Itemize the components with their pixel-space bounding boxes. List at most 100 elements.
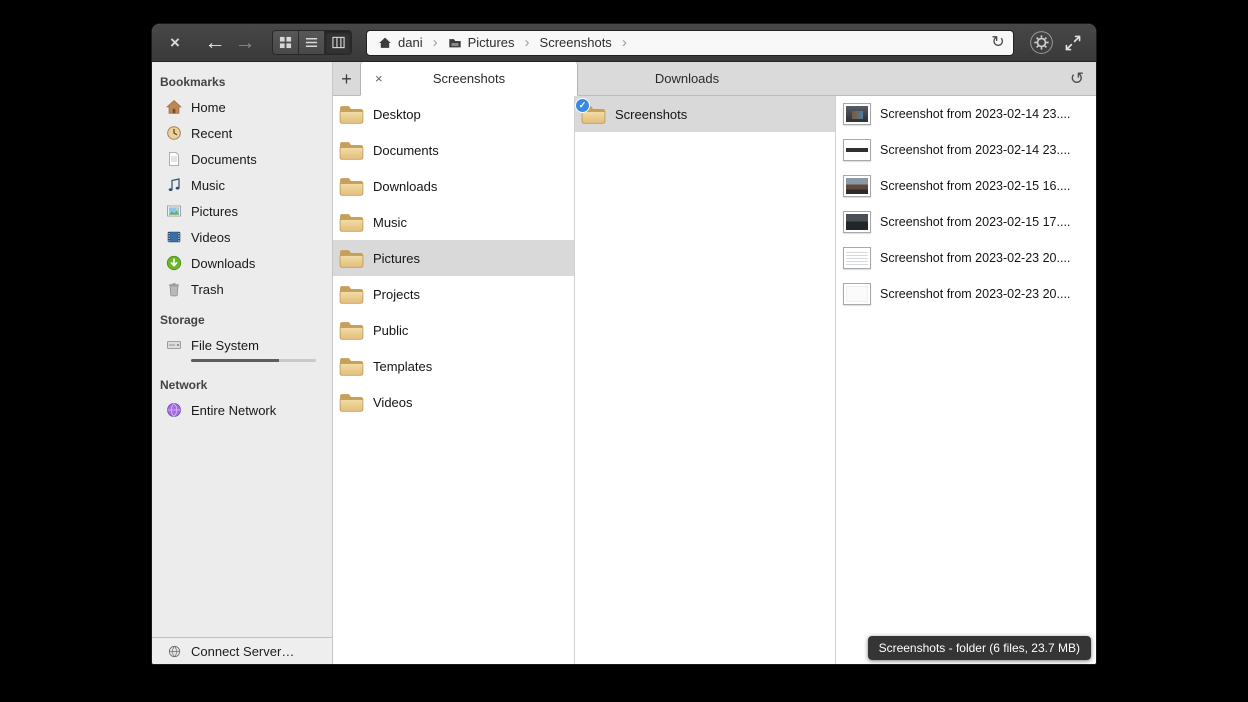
folder-row-downloads[interactable]: Downloads: [333, 168, 574, 204]
sidebar-item-recent[interactable]: Recent: [152, 120, 332, 146]
file-row[interactable]: Screenshot from 2023-02-15 16....: [836, 168, 1096, 204]
grid-view-icon: [279, 36, 292, 49]
window-close-button[interactable]: ×: [162, 30, 188, 56]
file-label: Screenshot from 2023-02-23 20....: [880, 287, 1070, 301]
file-thumbnail: [843, 175, 871, 197]
file-label: Screenshot from 2023-02-15 16....: [880, 179, 1070, 193]
file-thumbnail: [843, 283, 871, 305]
back-button[interactable]: ←: [202, 30, 228, 56]
sidebar-item-trash[interactable]: Trash: [152, 276, 332, 302]
folder-row-videos[interactable]: Videos: [333, 384, 574, 420]
sidebar-section-bookmarks: Bookmarks: [152, 70, 332, 94]
refresh-button[interactable]: ↻: [985, 31, 1011, 55]
folder-row-templates[interactable]: Templates: [333, 348, 574, 384]
places-column: Desktop Documents Downloads Music: [333, 96, 575, 664]
refresh-icon: ↻: [991, 35, 1004, 51]
file-label: Screenshot from 2023-02-15 17....: [880, 215, 1070, 229]
forward-button[interactable]: →: [232, 30, 258, 56]
connect-server-button[interactable]: Connect Server…: [152, 637, 332, 664]
file-row[interactable]: Screenshot from 2023-02-23 20....: [836, 240, 1096, 276]
chevron-right-icon: ›: [621, 35, 628, 50]
sidebar-section-network: Network: [152, 373, 332, 397]
back-arrow-icon: ←: [205, 32, 226, 53]
videos-icon: [165, 229, 182, 246]
breadcrumb-home[interactable]: dani: [369, 31, 432, 55]
list-view-button[interactable]: [299, 31, 325, 54]
sidebar-item-documents[interactable]: Documents: [152, 146, 332, 172]
pictures-contents-column: ✓ Screenshots: [575, 96, 836, 664]
folder-label: Templates: [373, 359, 432, 374]
history-icon: ↺: [1070, 70, 1084, 87]
file-row[interactable]: Screenshot from 2023-02-15 17....: [836, 204, 1096, 240]
breadcrumb-screenshots[interactable]: Screenshots: [531, 31, 621, 55]
history-button[interactable]: ↺: [1058, 62, 1096, 95]
music-icon: [165, 177, 182, 194]
file-thumbnail: [843, 103, 871, 125]
fullscreen-button[interactable]: [1060, 30, 1086, 56]
pictures-icon: [165, 203, 182, 220]
sidebar: Bookmarks Home Recent Documents Music Pi…: [152, 62, 333, 664]
sidebar-item-music[interactable]: Music: [152, 172, 332, 198]
folder-label: Downloads: [373, 179, 437, 194]
expand-icon: [1064, 34, 1082, 52]
sidebar-item-videos[interactable]: Videos: [152, 224, 332, 250]
file-thumbnail: [843, 247, 871, 269]
folder-icon: [339, 284, 364, 305]
tab-label: Downloads: [578, 71, 796, 86]
tab-screenshots[interactable]: × Screenshots: [360, 62, 578, 96]
close-icon: ×: [170, 34, 180, 51]
sidebar-item-file-system[interactable]: File System: [152, 332, 332, 358]
gear-icon: [1029, 30, 1054, 55]
folder-row-public[interactable]: Public: [333, 312, 574, 348]
new-tab-button[interactable]: +: [333, 62, 360, 95]
toolbar: × ← → dani ›: [152, 24, 1096, 62]
folder-label: Public: [373, 323, 408, 338]
sidebar-item-label: File System: [191, 338, 259, 353]
folder-icon: [448, 36, 462, 50]
settings-button[interactable]: [1028, 30, 1054, 56]
column-view-button[interactable]: [325, 31, 351, 54]
grid-view-button[interactable]: [273, 31, 299, 54]
screenshots-contents-column: Screenshot from 2023-02-14 23.... Screen…: [836, 96, 1096, 664]
folder-row-desktop[interactable]: Desktop: [333, 96, 574, 132]
breadcrumb-label: Screenshots: [540, 35, 612, 50]
filesystem-usage-bar: [191, 359, 316, 362]
folder-row-music[interactable]: Music: [333, 204, 574, 240]
chevron-right-icon: ›: [524, 35, 531, 50]
view-switcher: [272, 30, 352, 55]
folder-label: Screenshots: [615, 107, 687, 122]
folder-icon: [339, 248, 364, 269]
desktop-background: { "toolbar": { "close_glyph": "×", "back…: [0, 0, 1248, 702]
harddrive-icon: [165, 337, 182, 354]
tab-downloads[interactable]: Downloads: [578, 62, 796, 95]
folder-label: Documents: [373, 143, 439, 158]
folder-row-documents[interactable]: Documents: [333, 132, 574, 168]
folder-label: Music: [373, 215, 407, 230]
folder-label: Desktop: [373, 107, 421, 122]
file-label: Screenshot from 2023-02-23 20....: [880, 251, 1070, 265]
tab-close-icon[interactable]: ×: [375, 72, 383, 85]
sidebar-item-home[interactable]: Home: [152, 94, 332, 120]
file-thumbnail: [843, 211, 871, 233]
sidebar-section-storage: Storage: [152, 308, 332, 332]
folder-icon: [339, 140, 364, 161]
connect-server-label: Connect Server…: [191, 644, 294, 659]
folder-icon: [339, 104, 364, 125]
file-manager-window: × ← → dani ›: [152, 24, 1096, 664]
filesystem-usage-fill: [191, 359, 279, 362]
sidebar-item-entire-network[interactable]: Entire Network: [152, 397, 332, 423]
file-row[interactable]: Screenshot from 2023-02-23 20....: [836, 276, 1096, 312]
folder-row-projects[interactable]: Projects: [333, 276, 574, 312]
sidebar-item-pictures[interactable]: Pictures: [152, 198, 332, 224]
folder-row-screenshots[interactable]: ✓ Screenshots: [575, 96, 835, 132]
list-view-icon: [305, 36, 318, 49]
sidebar-item-label: Pictures: [191, 204, 238, 219]
sidebar-item-downloads[interactable]: Downloads: [152, 250, 332, 276]
sidebar-item-label: Home: [191, 100, 226, 115]
file-row[interactable]: Screenshot from 2023-02-14 23....: [836, 132, 1096, 168]
miller-columns: Desktop Documents Downloads Music: [333, 96, 1096, 664]
folder-row-pictures[interactable]: Pictures: [333, 240, 574, 276]
file-row[interactable]: Screenshot from 2023-02-14 23....: [836, 96, 1096, 132]
breadcrumb-pictures[interactable]: Pictures: [439, 31, 524, 55]
check-icon: ✓: [579, 101, 587, 110]
